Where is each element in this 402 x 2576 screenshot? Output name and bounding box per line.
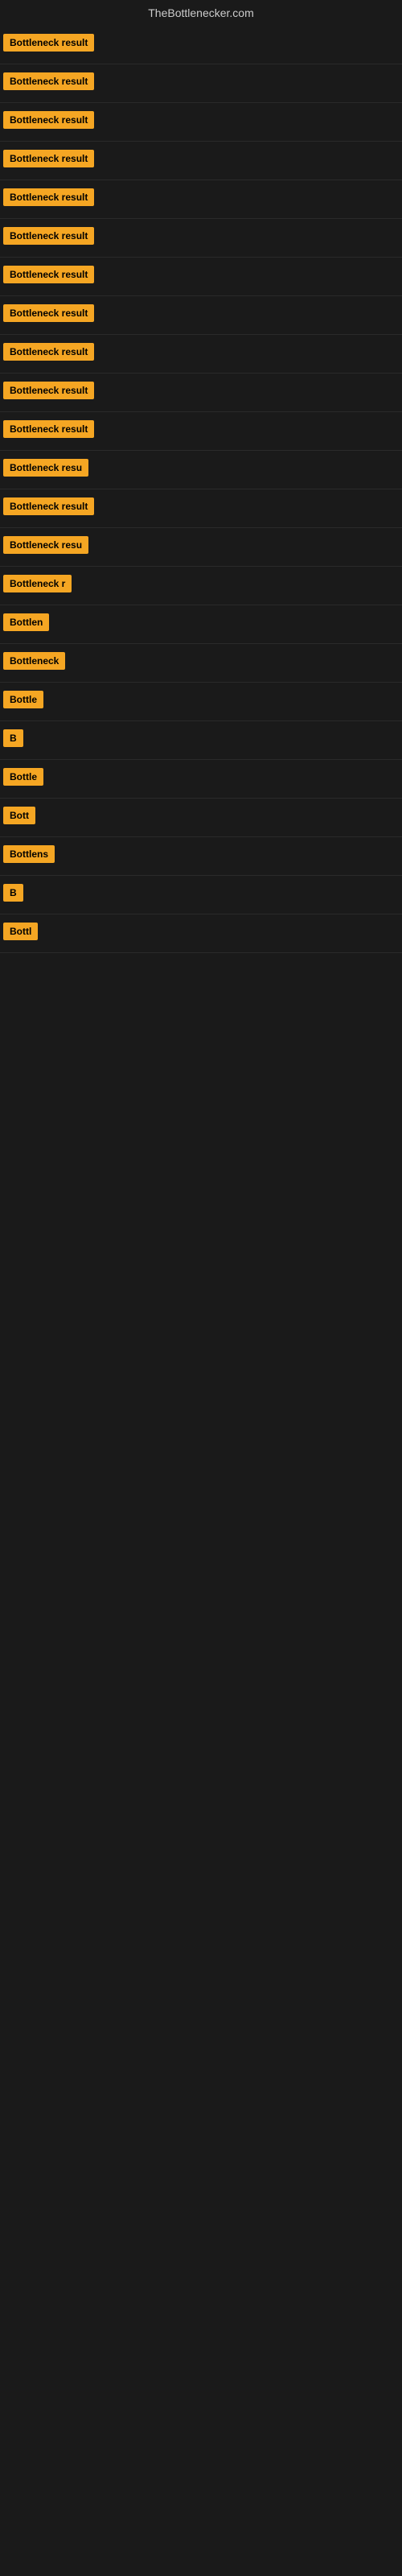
- result-row-21[interactable]: Bott: [0, 799, 402, 837]
- result-row-23[interactable]: B: [0, 876, 402, 914]
- result-row-6[interactable]: Bottleneck result: [0, 219, 402, 258]
- result-row-18[interactable]: Bottle: [0, 683, 402, 721]
- result-row-10[interactable]: Bottleneck result: [0, 374, 402, 412]
- bottleneck-badge-16[interactable]: Bottlen: [3, 613, 49, 631]
- bottleneck-badge-22[interactable]: Bottlens: [3, 845, 55, 863]
- result-row-12[interactable]: Bottleneck resu: [0, 451, 402, 489]
- result-row-2[interactable]: Bottleneck result: [0, 64, 402, 103]
- bottleneck-badge-6[interactable]: Bottleneck result: [3, 227, 94, 245]
- result-row-22[interactable]: Bottlens: [0, 837, 402, 876]
- bottleneck-badge-9[interactable]: Bottleneck result: [3, 343, 94, 361]
- bottleneck-badge-24[interactable]: Bottl: [3, 923, 38, 940]
- bottleneck-badge-23[interactable]: B: [3, 884, 23, 902]
- result-row-19[interactable]: B: [0, 721, 402, 760]
- result-row-24[interactable]: Bottl: [0, 914, 402, 953]
- bottleneck-badge-5[interactable]: Bottleneck result: [3, 188, 94, 206]
- bottleneck-badge-17[interactable]: Bottleneck: [3, 652, 65, 670]
- result-row-1[interactable]: Bottleneck result: [0, 26, 402, 64]
- bottleneck-badge-15[interactable]: Bottleneck r: [3, 575, 72, 592]
- result-row-20[interactable]: Bottle: [0, 760, 402, 799]
- result-row-5[interactable]: Bottleneck result: [0, 180, 402, 219]
- bottleneck-badge-2[interactable]: Bottleneck result: [3, 72, 94, 90]
- result-row-15[interactable]: Bottleneck r: [0, 567, 402, 605]
- result-row-11[interactable]: Bottleneck result: [0, 412, 402, 451]
- results-list: Bottleneck result Bottleneck result Bottle…: [0, 26, 402, 953]
- bottleneck-badge-11[interactable]: Bottleneck result: [3, 420, 94, 438]
- bottleneck-badge-1[interactable]: Bottleneck result: [3, 34, 94, 52]
- bottleneck-badge-20[interactable]: Bottle: [3, 768, 43, 786]
- bottleneck-badge-13[interactable]: Bottleneck result: [3, 497, 94, 515]
- bottleneck-badge-12[interactable]: Bottleneck resu: [3, 459, 88, 477]
- bottleneck-badge-10[interactable]: Bottleneck result: [3, 382, 94, 399]
- bottleneck-badge-21[interactable]: Bott: [3, 807, 35, 824]
- bottleneck-badge-3[interactable]: Bottleneck result: [3, 111, 94, 129]
- result-row-14[interactable]: Bottleneck resu: [0, 528, 402, 567]
- result-row-17[interactable]: Bottleneck: [0, 644, 402, 683]
- result-row-9[interactable]: Bottleneck result: [0, 335, 402, 374]
- bottleneck-badge-18[interactable]: Bottle: [3, 691, 43, 708]
- bottleneck-badge-8[interactable]: Bottleneck result: [3, 304, 94, 322]
- result-row-16[interactable]: Bottlen: [0, 605, 402, 644]
- bottleneck-badge-7[interactable]: Bottleneck result: [3, 266, 94, 283]
- result-row-13[interactable]: Bottleneck result: [0, 489, 402, 528]
- bottleneck-badge-14[interactable]: Bottleneck resu: [3, 536, 88, 554]
- site-title: TheBottlenecker.com: [0, 0, 402, 26]
- result-row-7[interactable]: Bottleneck result: [0, 258, 402, 296]
- bottleneck-badge-19[interactable]: B: [3, 729, 23, 747]
- result-row-8[interactable]: Bottleneck result: [0, 296, 402, 335]
- result-row-3[interactable]: Bottleneck result: [0, 103, 402, 142]
- bottleneck-badge-4[interactable]: Bottleneck result: [3, 150, 94, 167]
- result-row-4[interactable]: Bottleneck result: [0, 142, 402, 180]
